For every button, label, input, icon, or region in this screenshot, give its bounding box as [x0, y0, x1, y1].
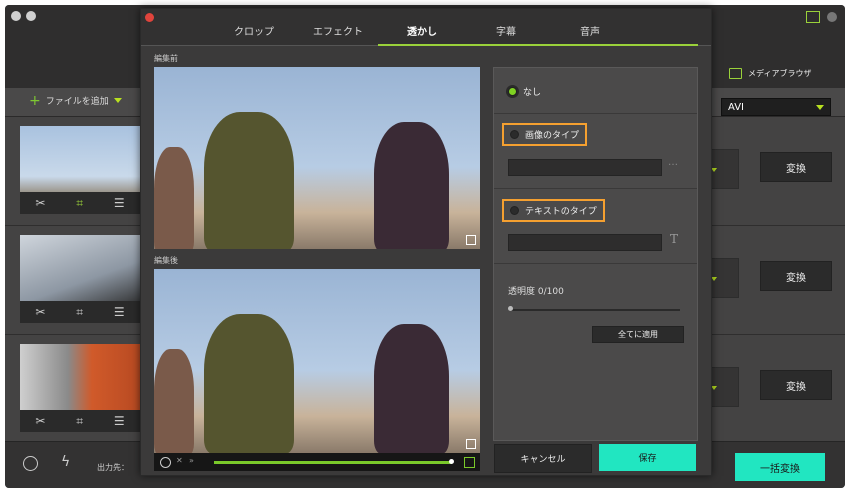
- crop-icon[interactable]: ⌗: [76, 414, 83, 429]
- convert-button[interactable]: 変換: [760, 370, 832, 400]
- plus-icon: +: [29, 92, 41, 109]
- crop-icon[interactable]: ⌗: [76, 305, 83, 320]
- thumbnail-tools: ✂ ⌗ ☰: [20, 410, 140, 432]
- option-none-label: なし: [523, 88, 542, 98]
- after-label: 編集後: [154, 256, 178, 265]
- next-frame-icon[interactable]: »: [189, 456, 194, 465]
- divider: [494, 113, 697, 114]
- playback-knob[interactable]: [449, 459, 454, 464]
- image-path-field[interactable]: [508, 159, 662, 176]
- output-destination-label: 出力先：: [97, 463, 129, 472]
- tab-underline: [378, 44, 698, 46]
- window-zoom-dot[interactable]: [827, 12, 837, 22]
- window-close-dot[interactable]: [11, 11, 21, 21]
- video-thumbnail[interactable]: [20, 126, 140, 198]
- text-font-icon[interactable]: T: [670, 232, 678, 246]
- media-browser-button[interactable]: メディアブラウザ: [729, 68, 811, 79]
- edit-dialog: クロップ エフェクト 透かし 字幕 音声 編集前 編集後 ✕ » なし 画像のタ…: [140, 8, 712, 476]
- chevron-down-icon: [816, 104, 824, 110]
- person-figure: [154, 147, 194, 249]
- settings-sliders-icon[interactable]: ☰: [114, 414, 125, 428]
- prev-frame-icon[interactable]: ✕: [176, 456, 183, 465]
- alarm-clock-icon[interactable]: [23, 456, 38, 471]
- person-figure: [204, 112, 294, 249]
- thumbnail-tools: ✂ ⌗ ☰: [20, 301, 140, 323]
- cancel-button[interactable]: キャンセル: [494, 444, 592, 473]
- opacity-slider[interactable]: [510, 309, 680, 311]
- before-video-preview: [154, 67, 480, 249]
- window-minimize-dot[interactable]: [26, 11, 36, 21]
- lightning-icon[interactable]: ϟ: [61, 454, 70, 470]
- store-icon[interactable]: [806, 11, 820, 23]
- person-figure: [204, 314, 294, 453]
- watermark-resize-handle[interactable]: [466, 439, 476, 449]
- chevron-down-icon: [113, 98, 122, 103]
- divider: [494, 263, 697, 264]
- apply-all-button[interactable]: 全てに適用: [592, 326, 684, 343]
- option-text-type-label: テキストのタイプ: [525, 207, 597, 217]
- format-value: AVI: [728, 101, 744, 113]
- scene-image: [154, 67, 480, 249]
- person-figure: [374, 324, 449, 453]
- video-thumbnail[interactable]: [20, 235, 140, 307]
- option-image-type-label: 画像のタイプ: [525, 131, 580, 141]
- add-file-button[interactable]: + ファイルを追加: [29, 92, 122, 109]
- tab-crop[interactable]: クロップ: [214, 23, 294, 38]
- opacity-slider-knob[interactable]: [508, 306, 513, 311]
- settings-sliders-icon[interactable]: ☰: [114, 196, 125, 210]
- after-video-preview: [154, 269, 480, 453]
- option-image-type[interactable]: 画像のタイプ: [502, 123, 588, 146]
- radio-text-type[interactable]: [510, 206, 519, 215]
- scene-image: [154, 269, 480, 453]
- scissors-icon[interactable]: ✂: [35, 414, 45, 428]
- thumbnail-tools: ✂ ⌗ ☰: [20, 192, 140, 214]
- playback-progress[interactable]: [214, 461, 452, 464]
- divider: [494, 188, 697, 189]
- person-figure: [374, 122, 449, 249]
- watermark-resize-handle[interactable]: [466, 235, 476, 245]
- tab-subtitle[interactable]: 字幕: [466, 23, 546, 38]
- crop-icon[interactable]: ⌗: [76, 196, 83, 211]
- opacity-label: 透明度 0/100: [508, 287, 564, 297]
- option-none[interactable]: なし: [508, 85, 541, 98]
- media-browser-label: メディアブラウザ: [748, 69, 812, 78]
- tab-watermark[interactable]: 透かし: [382, 23, 462, 38]
- player-controls: ✕ »: [154, 453, 480, 471]
- dialog-close-button[interactable]: [145, 13, 154, 22]
- batch-convert-button[interactable]: 一括変換: [735, 453, 825, 481]
- tab-effect[interactable]: エフェクト: [298, 23, 378, 38]
- browse-icon[interactable]: …: [668, 157, 678, 168]
- radio-image-type[interactable]: [510, 130, 519, 139]
- convert-button[interactable]: 変換: [760, 261, 832, 291]
- watermark-text-field[interactable]: [508, 234, 662, 251]
- convert-button[interactable]: 変換: [760, 152, 832, 182]
- fullscreen-icon[interactable]: [464, 457, 475, 468]
- person-figure: [154, 349, 194, 453]
- output-format-select[interactable]: AVI: [721, 98, 831, 116]
- folder-icon: [729, 68, 742, 79]
- edit-tabs: クロップ エフェクト 透かし 字幕 音声: [141, 9, 711, 46]
- add-file-label: ファイルを追加: [45, 97, 109, 107]
- before-label: 編集前: [154, 54, 178, 63]
- scissors-icon[interactable]: ✂: [35, 305, 45, 319]
- radio-none[interactable]: [508, 87, 517, 96]
- save-button[interactable]: 保存: [599, 444, 696, 471]
- tab-audio[interactable]: 音声: [550, 23, 630, 38]
- scissors-icon[interactable]: ✂: [35, 196, 45, 210]
- watermark-panel: なし 画像のタイプ … テキストのタイプ T 透明度 0/100 全てに適用: [493, 67, 698, 441]
- settings-sliders-icon[interactable]: ☰: [114, 305, 125, 319]
- option-text-type[interactable]: テキストのタイプ: [502, 199, 605, 222]
- play-icon[interactable]: [160, 457, 171, 468]
- video-thumbnail[interactable]: [20, 344, 140, 416]
